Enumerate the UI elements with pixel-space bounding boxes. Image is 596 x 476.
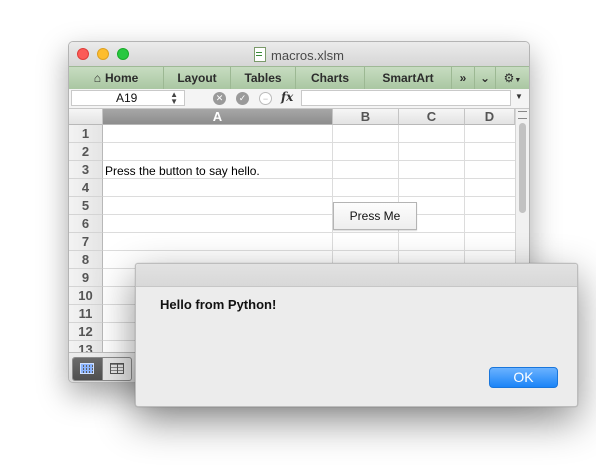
row-header-4[interactable]: 4 — [69, 179, 103, 197]
page-layout-view-button[interactable] — [102, 358, 131, 380]
message-dialog: Hello from Python! OK — [135, 263, 578, 407]
ribbon-overflow-button[interactable]: » — [452, 67, 475, 89]
formula-input[interactable] — [301, 90, 511, 106]
row-header-6[interactable]: 6 — [69, 215, 103, 233]
dialog-message: Hello from Python! — [160, 297, 277, 312]
select-all-corner[interactable] — [69, 109, 103, 125]
column-header-d[interactable]: D — [465, 109, 515, 125]
grid-line — [103, 214, 515, 215]
grid-view-icon — [80, 363, 94, 374]
dialog-title-bar — [136, 264, 577, 287]
confirm-entry-icon[interactable]: ✓ — [236, 92, 249, 105]
title-bar: macros.xlsm — [69, 42, 529, 66]
gear-icon: ⚙ — [503, 71, 515, 85]
row-header-12[interactable]: 12 — [69, 323, 103, 341]
formula-dropdown-icon[interactable]: ▼ — [515, 92, 523, 101]
grid-line — [103, 178, 515, 179]
tab-layout[interactable]: Layout — [164, 67, 231, 89]
row-header-13[interactable]: 13 — [69, 341, 103, 352]
name-box-value: A19 — [116, 91, 138, 105]
name-box[interactable]: A19 ▲ ▼ — [71, 90, 185, 106]
grid-line — [103, 250, 515, 251]
grid-line — [103, 142, 515, 143]
grid-line — [103, 196, 515, 197]
name-box-stepper-icon[interactable]: ▲ ▼ — [170, 91, 178, 106]
tab-tables[interactable]: Tables — [231, 67, 296, 89]
ok-button[interactable]: OK — [489, 367, 558, 388]
press-me-button[interactable]: Press Me — [333, 202, 417, 230]
tab-home[interactable]: ⌂ Home — [69, 67, 164, 89]
chevron-down-icon: ⌄ — [479, 71, 491, 85]
ribbon-tabs: ⌂ Home Layout Tables Charts SmartArt » ⌄ … — [69, 66, 529, 90]
normal-view-button[interactable] — [73, 358, 102, 380]
row-header-3[interactable]: 3 — [69, 161, 103, 179]
row-header-2[interactable]: 2 — [69, 143, 103, 161]
recalculate-icon[interactable]: − — [259, 92, 272, 105]
tab-smartart[interactable]: SmartArt — [365, 67, 452, 89]
tab-charts[interactable]: Charts — [296, 67, 365, 89]
column-header-c[interactable]: C — [399, 109, 465, 125]
window-title: macros.xlsm — [271, 48, 344, 63]
grid-line — [103, 160, 515, 161]
row-header-5[interactable]: 5 — [69, 197, 103, 215]
row-header-11[interactable]: 11 — [69, 305, 103, 323]
scrollbar-thumb[interactable] — [519, 123, 526, 213]
column-header-a[interactable]: A — [103, 109, 333, 125]
spreadsheet-file-icon — [254, 47, 267, 62]
row-header-9[interactable]: 9 — [69, 269, 103, 287]
double-chevron-right-icon: » — [459, 71, 467, 85]
page-layout-icon — [110, 363, 124, 374]
cell-a3[interactable]: Press the button to say hello. — [105, 164, 260, 178]
cancel-entry-icon[interactable]: ✕ — [213, 92, 226, 105]
grid-line — [103, 232, 515, 233]
column-header-b[interactable]: B — [333, 109, 399, 125]
insert-function-button[interactable]: fx — [281, 90, 293, 104]
row-header-10[interactable]: 10 — [69, 287, 103, 305]
window-title-area: macros.xlsm — [69, 47, 529, 63]
row-header-1[interactable]: 1 — [69, 125, 103, 143]
home-icon: ⌂ — [93, 71, 101, 85]
split-handle-icon[interactable] — [518, 111, 527, 119]
view-switcher — [72, 357, 132, 381]
row-header-8[interactable]: 8 — [69, 251, 103, 269]
small-caret-icon: ▼ — [514, 77, 522, 84]
ribbon-settings-button[interactable]: ⚙▼ — [496, 67, 529, 89]
ribbon-collapse-button[interactable]: ⌄ — [475, 67, 496, 89]
row-header-7[interactable]: 7 — [69, 233, 103, 251]
formula-bar: A19 ▲ ▼ ✕ ✓ − fx ▼ — [69, 89, 529, 109]
